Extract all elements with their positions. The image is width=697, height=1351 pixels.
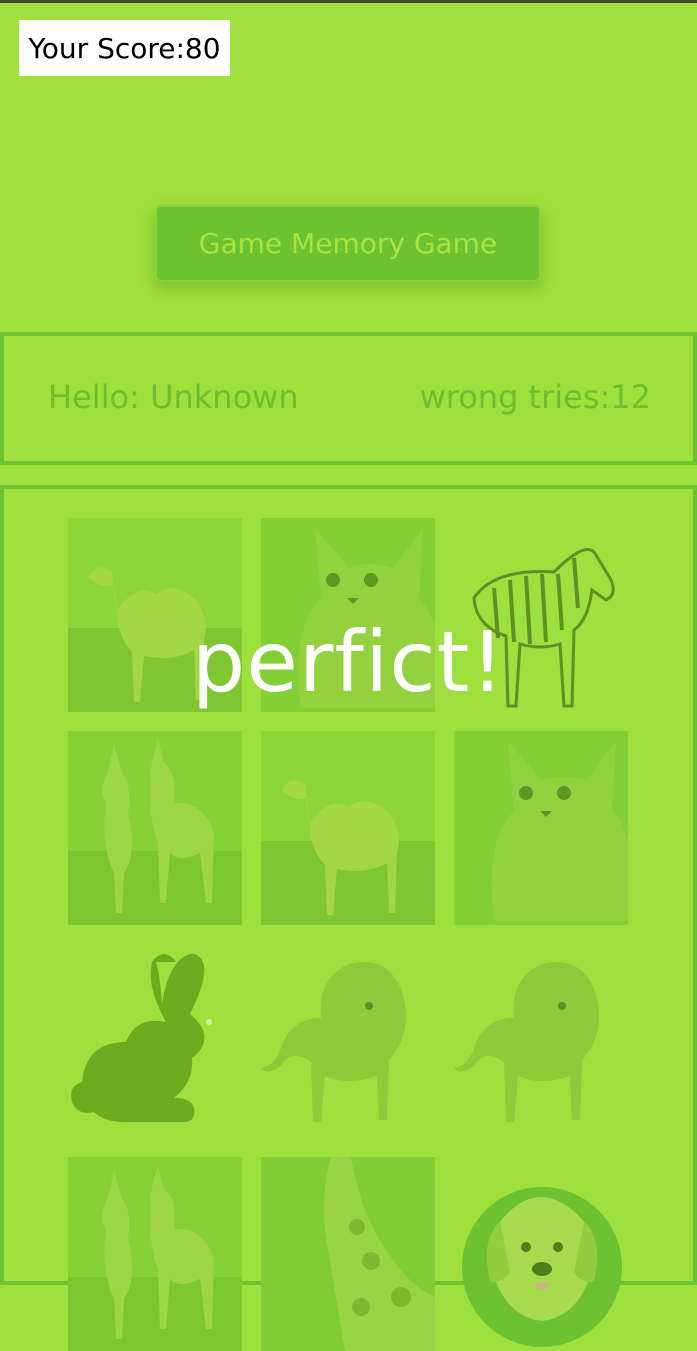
card-donkeys-1[interactable] (68, 731, 242, 925)
card-board (0, 485, 697, 1351)
giraffe-icon (261, 1157, 435, 1351)
status-bar-line (0, 0, 697, 3)
lion-icon (454, 962, 599, 1122)
puppy-icon (462, 1187, 622, 1347)
rabbit-icon (71, 953, 212, 1122)
donkey-icon (68, 731, 242, 925)
game-title-button[interactable]: Game Memory Game (155, 205, 541, 282)
kitten-icon (454, 731, 628, 925)
hello-label: Hello: Unknown (48, 378, 299, 416)
card-camel-2[interactable] (261, 731, 435, 925)
card-rabbit[interactable] (68, 944, 242, 1138)
card-puppy[interactable] (454, 1157, 628, 1351)
card-giraffe[interactable] (261, 1157, 435, 1351)
result-message: perfict! (191, 613, 506, 711)
lion-icon (261, 962, 406, 1122)
card-kitten-2[interactable] (454, 731, 628, 925)
camel-icon (261, 731, 435, 925)
player-info-panel: Hello: Unknown wrong tries:12 (0, 332, 697, 465)
donkey-icon (68, 1157, 242, 1351)
wrong-tries-label: wrong tries:12 (419, 378, 651, 416)
card-donkeys-2[interactable] (68, 1157, 242, 1351)
card-lion-1[interactable] (261, 944, 435, 1138)
score-label: Your Score:80 (19, 20, 230, 76)
card-lion-2[interactable] (454, 944, 628, 1138)
